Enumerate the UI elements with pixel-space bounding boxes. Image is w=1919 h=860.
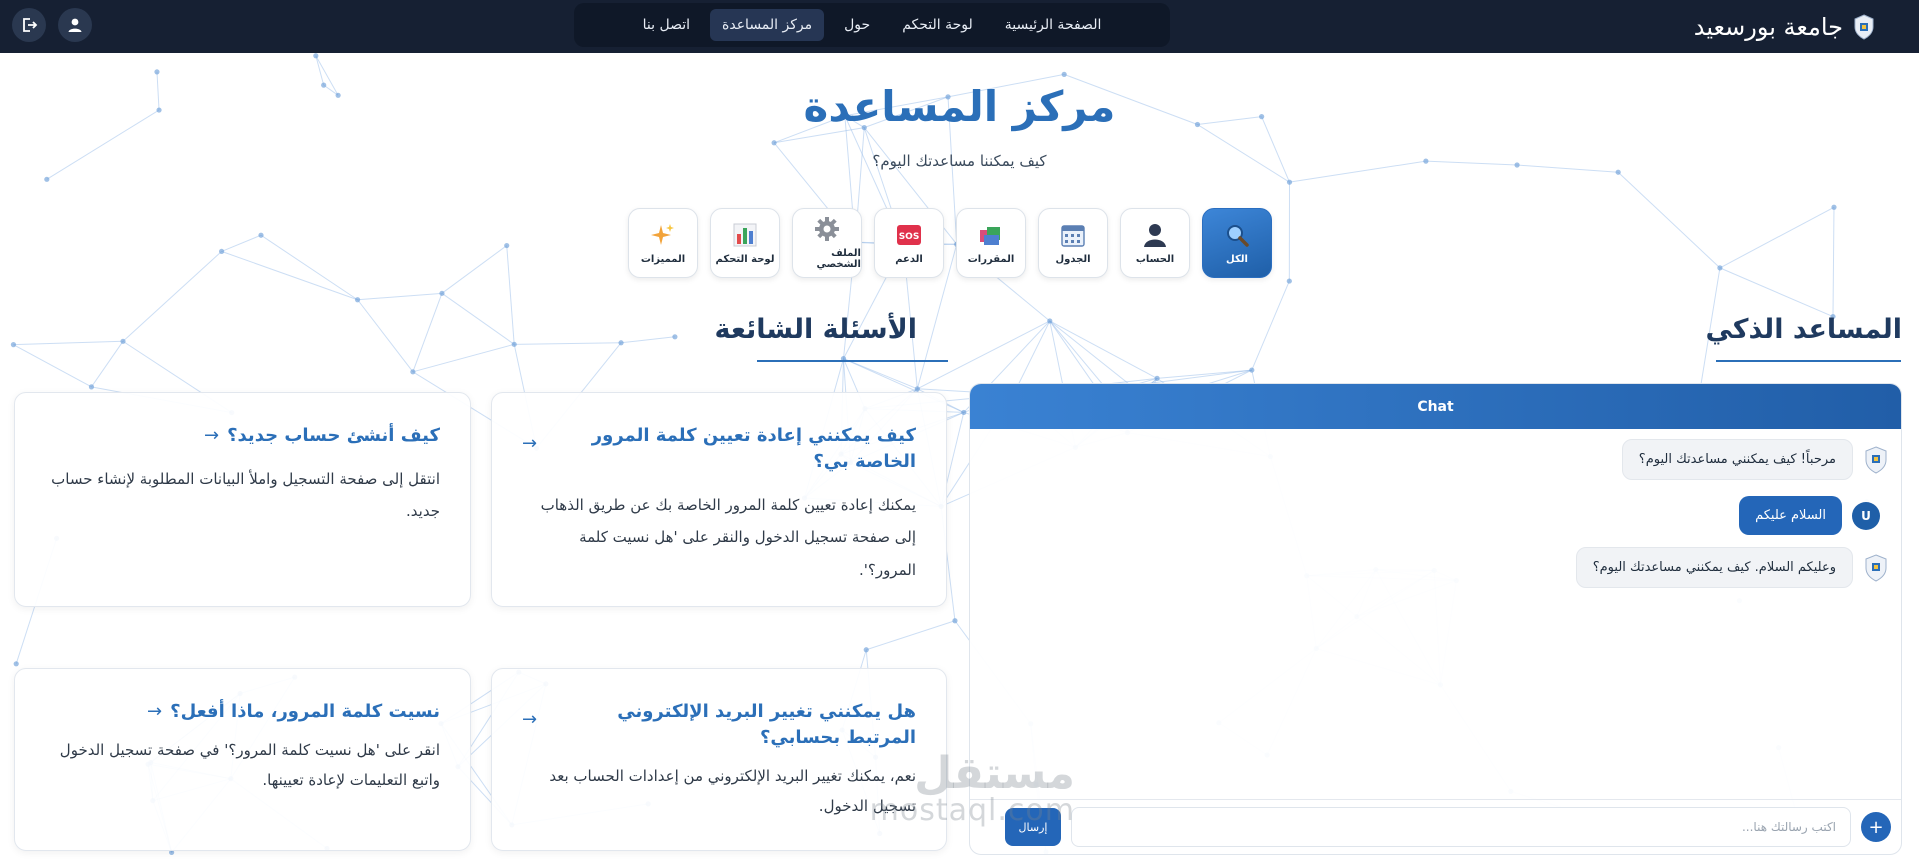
category-support[interactable]: SOS الدعم: [874, 208, 944, 278]
person-icon: [1144, 223, 1166, 247]
faq-question-text: هل يمكنني تغيير البريد الإلكتروني المرتب…: [617, 701, 916, 749]
bot-message: مرحباً! كيف يمكنني مساعدتك اليوم؟: [1621, 439, 1889, 480]
faq-answer: انقر على 'هل نسيت كلمة المرور؟' في صفحة …: [59, 741, 440, 790]
category-label: لوحة التحكم: [715, 253, 775, 265]
user-message: U السلام عليكم: [970, 496, 1880, 535]
category-profile[interactable]: الملف الشخصي: [792, 208, 862, 278]
assistant-title-underline: [1716, 360, 1901, 362]
nav-links: الصفحة الرئيسية لوحة التحكم حول مركز الم…: [574, 3, 1170, 47]
category-features[interactable]: المميزات: [628, 208, 698, 278]
bot-avatar-icon: [1865, 445, 1887, 474]
logout-button[interactable]: [12, 8, 46, 42]
faq-question: كيف أنشئ حساب جديد؟ →: [45, 423, 440, 449]
category-label: المميزات: [640, 253, 686, 265]
bar-chart-icon: [733, 223, 757, 246]
faq-card[interactable]: كيف أنشئ حساب جديد؟ → انتقل إلى صفحة الت…: [14, 392, 471, 607]
category-schedule[interactable]: الجدول: [1038, 208, 1108, 278]
nav-home[interactable]: الصفحة الرئيسية: [993, 9, 1114, 41]
nav-about[interactable]: حول: [832, 9, 882, 41]
profile-button[interactable]: [58, 8, 92, 42]
faq-question-text: كيف يمكنني إعادة تعيين كلمة المرور الخاص…: [591, 425, 916, 473]
message-bubble: السلام عليكم: [1739, 496, 1842, 535]
calendar-icon: [1061, 224, 1085, 247]
user-icon: [68, 18, 82, 32]
page-title: مركز المساعدة: [803, 82, 1116, 131]
chat-input-row: + إرسال: [970, 799, 1901, 854]
arrow-icon: →: [147, 701, 163, 722]
faq-title: الأسئلة الشائعة: [714, 314, 918, 345]
category-courses[interactable]: المقررات: [956, 208, 1026, 278]
faq-question: نسيت كلمة المرور، ماذا أفعل؟ →: [45, 699, 440, 725]
faq-question: هل يمكنني تغيير البريد الإلكتروني المرتب…: [522, 699, 916, 751]
faq-answer: يمكنك إعادة تعيين كلمة المرور الخاصة بك …: [540, 496, 916, 579]
gear-icon: [815, 217, 839, 241]
faq-card[interactable]: نسيت كلمة المرور، ماذا أفعل؟ → انقر على …: [14, 668, 471, 851]
bot-message: وعليكم السلام. كيف يمكنني مساعدتك اليوم؟: [1575, 547, 1889, 588]
arrow-icon: →: [204, 425, 220, 446]
chat-header: Chat: [970, 384, 1901, 429]
category-label: الكل: [1226, 253, 1248, 265]
books-icon: [980, 226, 1000, 245]
faq-card[interactable]: هل يمكنني تغيير البريد الإلكتروني المرتب…: [491, 668, 947, 851]
user-avatar: U: [1852, 501, 1880, 530]
send-button[interactable]: إرسال: [1005, 808, 1061, 846]
page-subtitle: كيف يمكننا مساعدتك اليوم؟: [872, 152, 1047, 170]
faq-answer: نعم، يمكنك تغيير البريد الإلكتروني من إع…: [549, 767, 916, 816]
arrow-icon: →: [522, 709, 538, 730]
brand[interactable]: جامعة بورسعيد: [1694, 0, 1875, 53]
brand-name: جامعة بورسعيد: [1693, 12, 1843, 41]
nav-contact[interactable]: اتصل بنا: [631, 9, 702, 41]
navbar: جامعة بورسعيد الصفحة الرئيسية لوحة التحك…: [0, 0, 1919, 53]
arrow-icon: →: [522, 433, 538, 454]
nav-dashboard[interactable]: لوحة التحكم: [890, 9, 985, 41]
message-bubble: وعليكم السلام. كيف يمكنني مساعدتك اليوم؟: [1575, 547, 1853, 588]
category-label: الجدول: [1055, 253, 1091, 265]
faq-question-text: كيف أنشئ حساب جديد؟: [227, 425, 440, 446]
sparkles-icon: [651, 223, 674, 245]
university-logo-icon: [1854, 13, 1874, 40]
category-all[interactable]: الكل: [1202, 208, 1272, 278]
faq-question: كيف يمكنني إعادة تعيين كلمة المرور الخاص…: [522, 423, 916, 475]
faq-title-underline: [757, 360, 948, 362]
category-label: الدعم: [895, 253, 923, 265]
category-label: المقررات: [967, 253, 1015, 265]
category-dashboard[interactable]: لوحة التحكم: [710, 208, 780, 278]
nav-help-center[interactable]: مركز المساعدة: [710, 9, 825, 41]
category-label: الملف الشخصي: [816, 248, 861, 270]
category-label: الحساب: [1135, 253, 1175, 265]
faq-card[interactable]: كيف يمكنني إعادة تعيين كلمة المرور الخاص…: [491, 392, 947, 607]
faq-question-text: نسيت كلمة المرور، ماذا أفعل؟: [170, 701, 440, 722]
category-account[interactable]: الحساب: [1120, 208, 1190, 278]
assistant-title: المساعد الذكي: [1705, 314, 1902, 345]
chat-panel: Chat مرحباً! كيف يمكنني مساعدتك اليوم؟ U…: [969, 383, 1902, 855]
chat-input[interactable]: [1071, 807, 1851, 847]
message-bubble: مرحباً! كيف يمكنني مساعدتك اليوم؟: [1621, 439, 1853, 480]
attach-button[interactable]: +: [1861, 812, 1891, 842]
svg-text:SOS: SOS: [899, 232, 920, 242]
bot-avatar-icon: [1865, 553, 1887, 582]
sos-icon: SOS: [897, 224, 921, 245]
logout-icon: [23, 18, 38, 32]
category-filters: الكل الحساب الجدول المقررات SOS الدعم ال…: [628, 208, 1272, 278]
magnifier-icon: [1227, 224, 1249, 247]
faq-answer: انتقل إلى صفحة التسجيل واملأ البيانات ال…: [51, 470, 440, 521]
